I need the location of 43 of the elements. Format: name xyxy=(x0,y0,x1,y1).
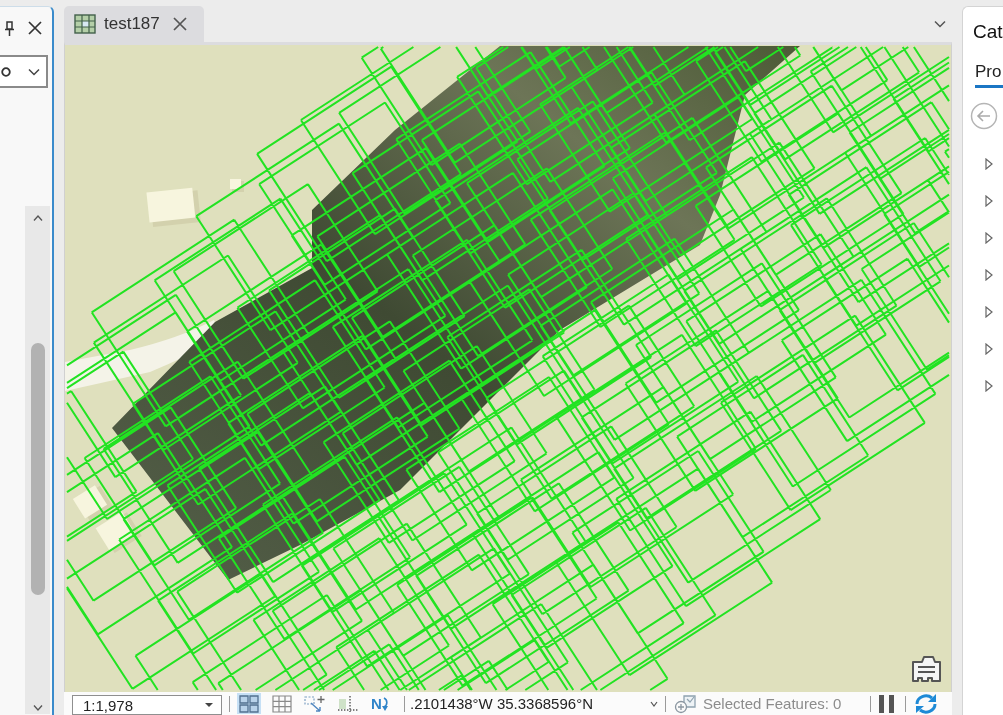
caret-icon[interactable] xyxy=(650,700,658,707)
pause-icon[interactable] xyxy=(878,694,895,713)
building-shape xyxy=(146,187,201,228)
expand-icon[interactable] xyxy=(985,342,993,355)
map-icon xyxy=(74,14,96,34)
caret-icon xyxy=(205,703,213,707)
scrollbar-thumb[interactable] xyxy=(30,343,45,595)
pin-icon[interactable] xyxy=(4,20,15,36)
chevron-down-icon[interactable] xyxy=(934,20,946,28)
expand-icon[interactable] xyxy=(985,379,993,392)
close-icon[interactable] xyxy=(27,20,43,36)
selection-icon[interactable] xyxy=(673,693,697,714)
expand-icon[interactable] xyxy=(985,194,993,207)
ring-icon xyxy=(1,66,11,77)
scroll-up-icon[interactable] xyxy=(32,215,43,221)
expand-icon[interactable] xyxy=(985,268,993,281)
scroll-down-icon[interactable] xyxy=(32,705,43,711)
view-tool-button[interactable] xyxy=(270,693,294,714)
guides-icon xyxy=(337,694,359,713)
north-arrow-button[interactable]: N xyxy=(369,693,393,714)
building-shape xyxy=(72,485,113,521)
snapping-icon xyxy=(304,694,326,713)
expand-icon[interactable] xyxy=(985,305,993,318)
expand-icon[interactable] xyxy=(985,231,993,244)
catalog-tab[interactable]: Pro xyxy=(975,62,1003,88)
dropdown-field[interactable] xyxy=(0,55,48,88)
view-tool-button[interactable] xyxy=(336,693,360,714)
close-icon[interactable] xyxy=(171,16,188,32)
building-shape xyxy=(230,179,244,192)
refresh-icon[interactable] xyxy=(913,693,939,714)
map-tab[interactable]: test187 xyxy=(64,6,204,42)
building-shape xyxy=(95,511,142,553)
scale-dropdown[interactable]: 1:1,978 xyxy=(72,695,222,715)
rotate-arrow-icon xyxy=(381,695,391,712)
coordinates-text: .2101438°W 35.3368596°N xyxy=(410,695,594,712)
view-tool-button[interactable] xyxy=(303,693,327,714)
grid-icon xyxy=(272,694,292,713)
expand-icon[interactable] xyxy=(985,157,993,170)
pane-title: Cat xyxy=(973,20,1003,44)
chevron-down-icon xyxy=(28,67,40,76)
panes-icon xyxy=(239,694,259,713)
view-tool-button[interactable] xyxy=(237,693,261,714)
selected-features-text: Selected Features: 0 xyxy=(703,695,843,712)
